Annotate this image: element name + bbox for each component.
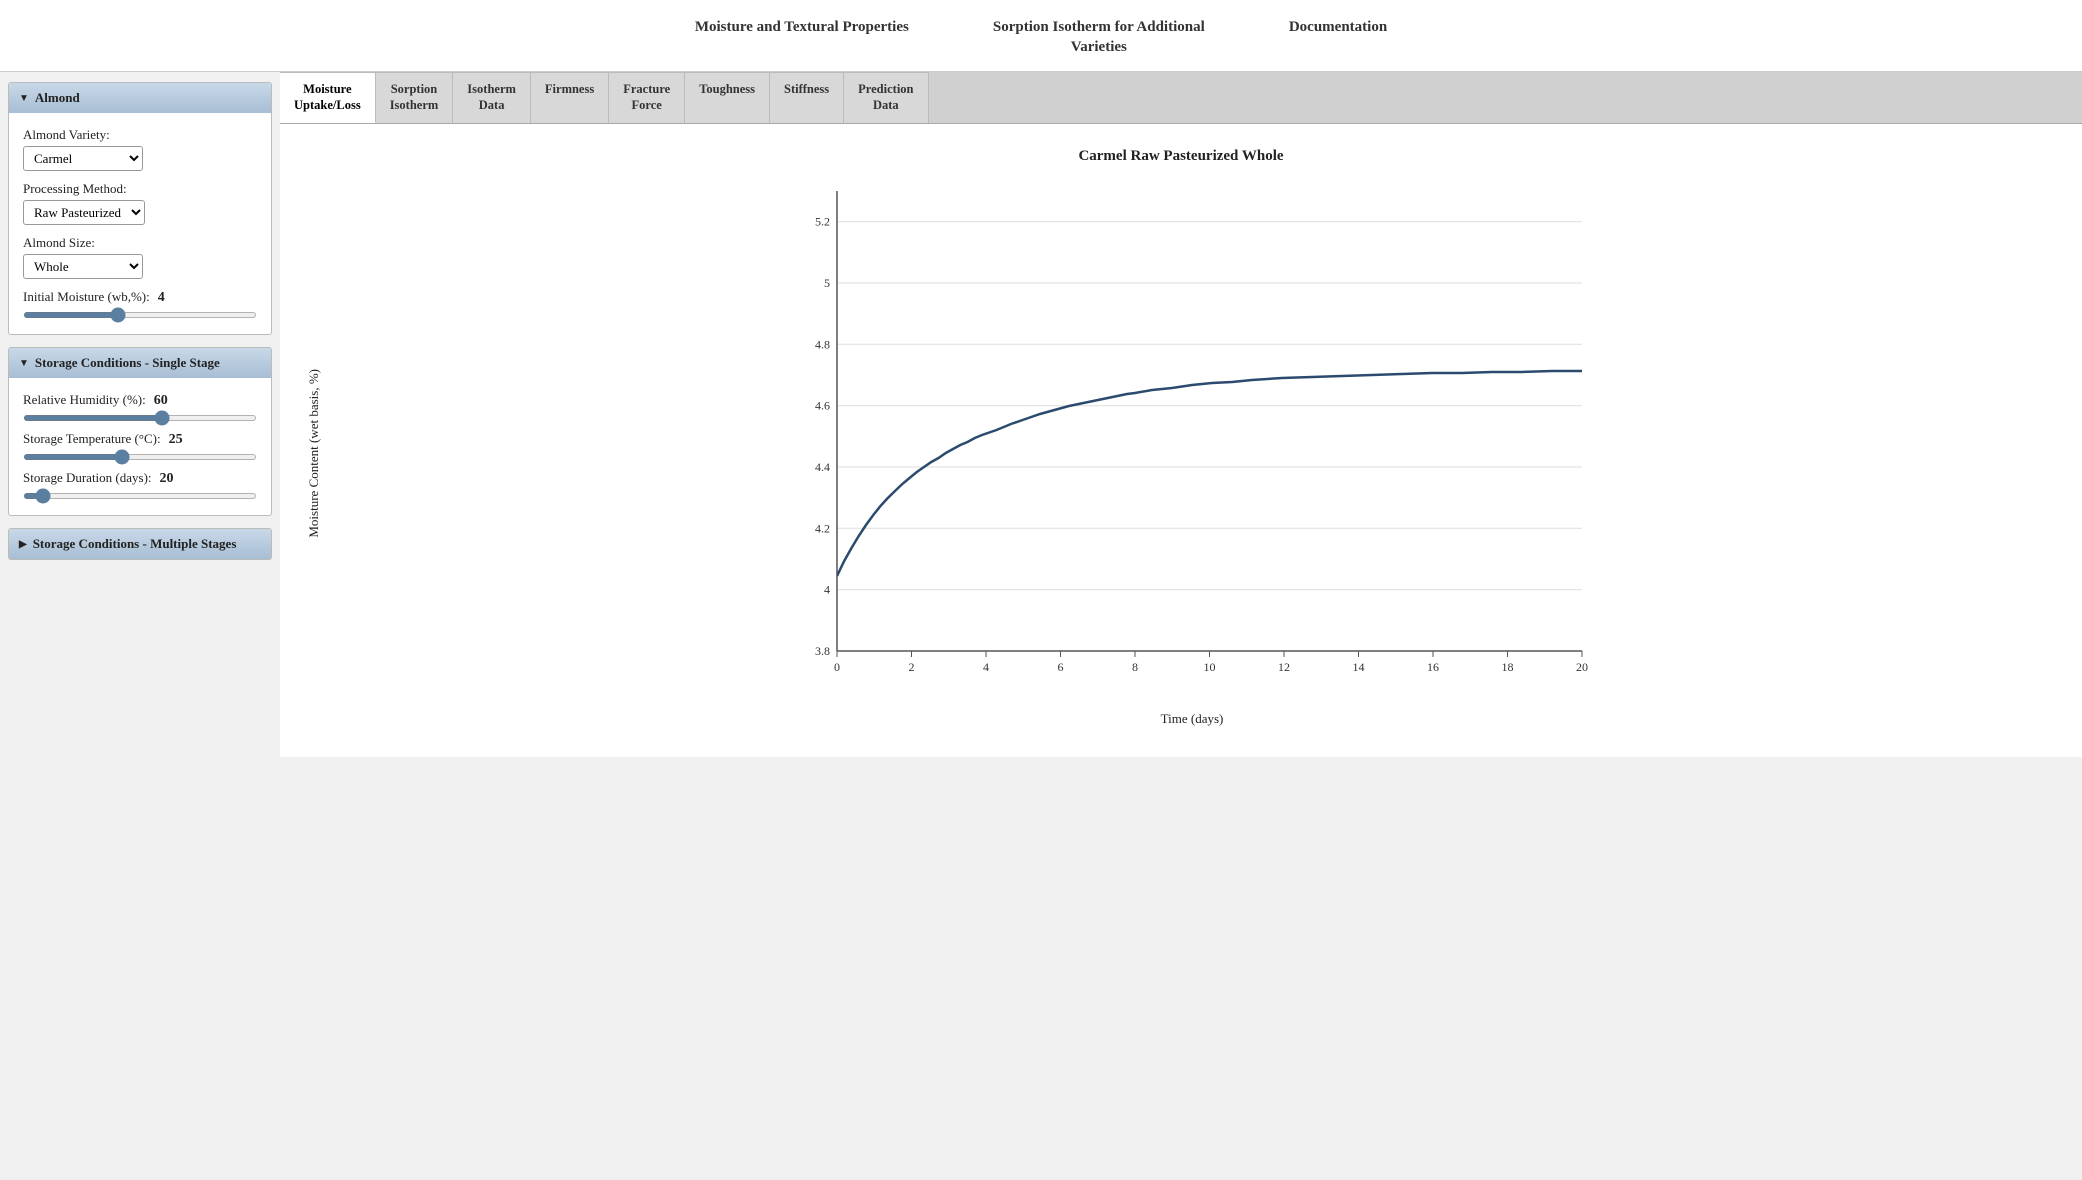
svg-text:8: 8 [1132, 660, 1138, 674]
moisture-slider-row: Initial Moisture (wb,%): 4 [23, 289, 257, 318]
svg-text:14: 14 [1353, 660, 1365, 674]
svg-text:4.4: 4.4 [815, 460, 830, 474]
tab-firmness[interactable]: Firmness [531, 72, 609, 123]
moisture-value: 4 [158, 290, 165, 306]
tab-stiffness[interactable]: Stiffness [770, 72, 844, 123]
sidebar: ▼ Almond Almond Variety: Carmel Nonparei… [0, 72, 280, 1180]
content-area: MoistureUptake/Loss SorptionIsotherm Iso… [280, 72, 2082, 1180]
moisture-slider[interactable] [23, 312, 257, 318]
processing-label: Processing Method: [23, 181, 257, 197]
storage-multiple-header[interactable]: ▶ Storage Conditions - Multiple Stages [9, 529, 271, 559]
svg-text:5: 5 [824, 276, 830, 290]
moisture-label: Initial Moisture (wb,%): [23, 289, 150, 305]
temperature-label: Storage Temperature (°C): [23, 431, 161, 447]
variety-field: Almond Variety: Carmel Nonpareil Butte M… [23, 127, 257, 171]
tab-prediction-data[interactable]: PredictionData [844, 72, 928, 123]
almond-panel: ▼ Almond Almond Variety: Carmel Nonparei… [8, 82, 272, 335]
humidity-label: Relative Humidity (%): [23, 392, 146, 408]
svg-text:2: 2 [909, 660, 915, 674]
svg-text:5.2: 5.2 [815, 214, 830, 228]
x-axis-label: Time (days) [322, 711, 2062, 727]
nav-sorption-isotherm[interactable]: Sorption Isotherm for Additional Varieti… [989, 18, 1209, 57]
chart-wrapper: Moisture Content (wet basis, %) [300, 181, 2062, 727]
size-field: Almond Size: Whole Sliced Slivered Diced [23, 235, 257, 279]
storage-single-header[interactable]: ▼ Storage Conditions - Single Stage [9, 348, 271, 378]
almond-panel-title: Almond [35, 90, 80, 106]
top-navigation: Moisture and Textural Properties Sorptio… [0, 0, 2082, 72]
y-axis-label: Moisture Content (wet basis, %) [300, 369, 322, 538]
chart-title: Carmel Raw Pasteurized Whole [300, 148, 2062, 165]
humidity-slider-row: Relative Humidity (%): 60 [23, 392, 257, 421]
size-label: Almond Size: [23, 235, 257, 251]
almond-panel-arrow: ▼ [19, 93, 29, 104]
svg-text:4: 4 [983, 660, 989, 674]
tab-moisture-uptake[interactable]: MoistureUptake/Loss [280, 72, 376, 123]
storage-multiple-title: Storage Conditions - Multiple Stages [33, 536, 237, 552]
chart-container: Carmel Raw Pasteurized Whole Moisture Co… [280, 124, 2082, 757]
nav-moisture-textural[interactable]: Moisture and Textural Properties [695, 18, 909, 57]
svg-text:18: 18 [1502, 660, 1514, 674]
moisture-label-row: Initial Moisture (wb,%): 4 [23, 289, 257, 308]
nav-documentation[interactable]: Documentation [1289, 18, 1387, 57]
temperature-slider[interactable] [23, 454, 257, 460]
storage-single-title: Storage Conditions - Single Stage [35, 355, 220, 371]
svg-text:4.6: 4.6 [815, 398, 830, 412]
storage-multiple-panel: ▶ Storage Conditions - Multiple Stages [8, 528, 272, 560]
chart-inner: 3.8 4 4.2 4.4 4.6 4.8 5 5.2 [322, 181, 2062, 727]
duration-slider-row: Storage Duration (days): 20 [23, 470, 257, 499]
humidity-label-row: Relative Humidity (%): 60 [23, 392, 257, 411]
duration-label: Storage Duration (days): [23, 470, 152, 486]
svg-text:20: 20 [1576, 660, 1588, 674]
svg-text:3.8: 3.8 [815, 644, 830, 658]
tab-isotherm-data[interactable]: IsothermData [453, 72, 531, 123]
processing-select[interactable]: Raw Pasteurized Roasted Blanched Natural [23, 200, 145, 225]
tab-toughness[interactable]: Toughness [685, 72, 770, 123]
humidity-slider[interactable] [23, 415, 257, 421]
svg-text:4.2: 4.2 [815, 521, 830, 535]
svg-text:16: 16 [1427, 660, 1439, 674]
processing-field: Processing Method: Raw Pasteurized Roast… [23, 181, 257, 225]
duration-label-row: Storage Duration (days): 20 [23, 470, 257, 489]
svg-text:4.8: 4.8 [815, 337, 830, 351]
svg-text:0: 0 [834, 660, 840, 674]
svg-text:12: 12 [1278, 660, 1290, 674]
almond-panel-body: Almond Variety: Carmel Nonpareil Butte M… [9, 113, 271, 334]
almond-panel-header[interactable]: ▼ Almond [9, 83, 271, 113]
storage-single-body: Relative Humidity (%): 60 Storage Temper… [9, 378, 271, 515]
size-select[interactable]: Whole Sliced Slivered Diced [23, 254, 143, 279]
variety-label: Almond Variety: [23, 127, 257, 143]
svg-text:10: 10 [1204, 660, 1216, 674]
temperature-value: 25 [169, 432, 183, 448]
storage-single-panel: ▼ Storage Conditions - Single Stage Rela… [8, 347, 272, 516]
humidity-value: 60 [154, 393, 168, 409]
chart-svg-area: 3.8 4 4.2 4.4 4.6 4.8 5 5.2 [322, 181, 2062, 705]
tab-bar: MoistureUptake/Loss SorptionIsotherm Iso… [280, 72, 2082, 124]
tab-sorption-isotherm[interactable]: SorptionIsotherm [376, 72, 454, 123]
svg-text:4: 4 [824, 582, 830, 596]
tab-fracture-force[interactable]: FractureForce [609, 72, 685, 123]
svg-text:6: 6 [1058, 660, 1064, 674]
duration-value: 20 [160, 471, 174, 487]
temperature-label-row: Storage Temperature (°C): 25 [23, 431, 257, 450]
main-layout: ▼ Almond Almond Variety: Carmel Nonparei… [0, 72, 2082, 1180]
duration-slider[interactable] [23, 493, 257, 499]
chart-svg: 3.8 4 4.2 4.4 4.6 4.8 5 5.2 [322, 181, 2062, 701]
storage-multiple-arrow: ▶ [19, 539, 27, 550]
variety-select[interactable]: Carmel Nonpareil Butte Monterey Padre [23, 146, 143, 171]
storage-single-arrow: ▼ [19, 358, 29, 369]
temperature-slider-row: Storage Temperature (°C): 25 [23, 431, 257, 460]
